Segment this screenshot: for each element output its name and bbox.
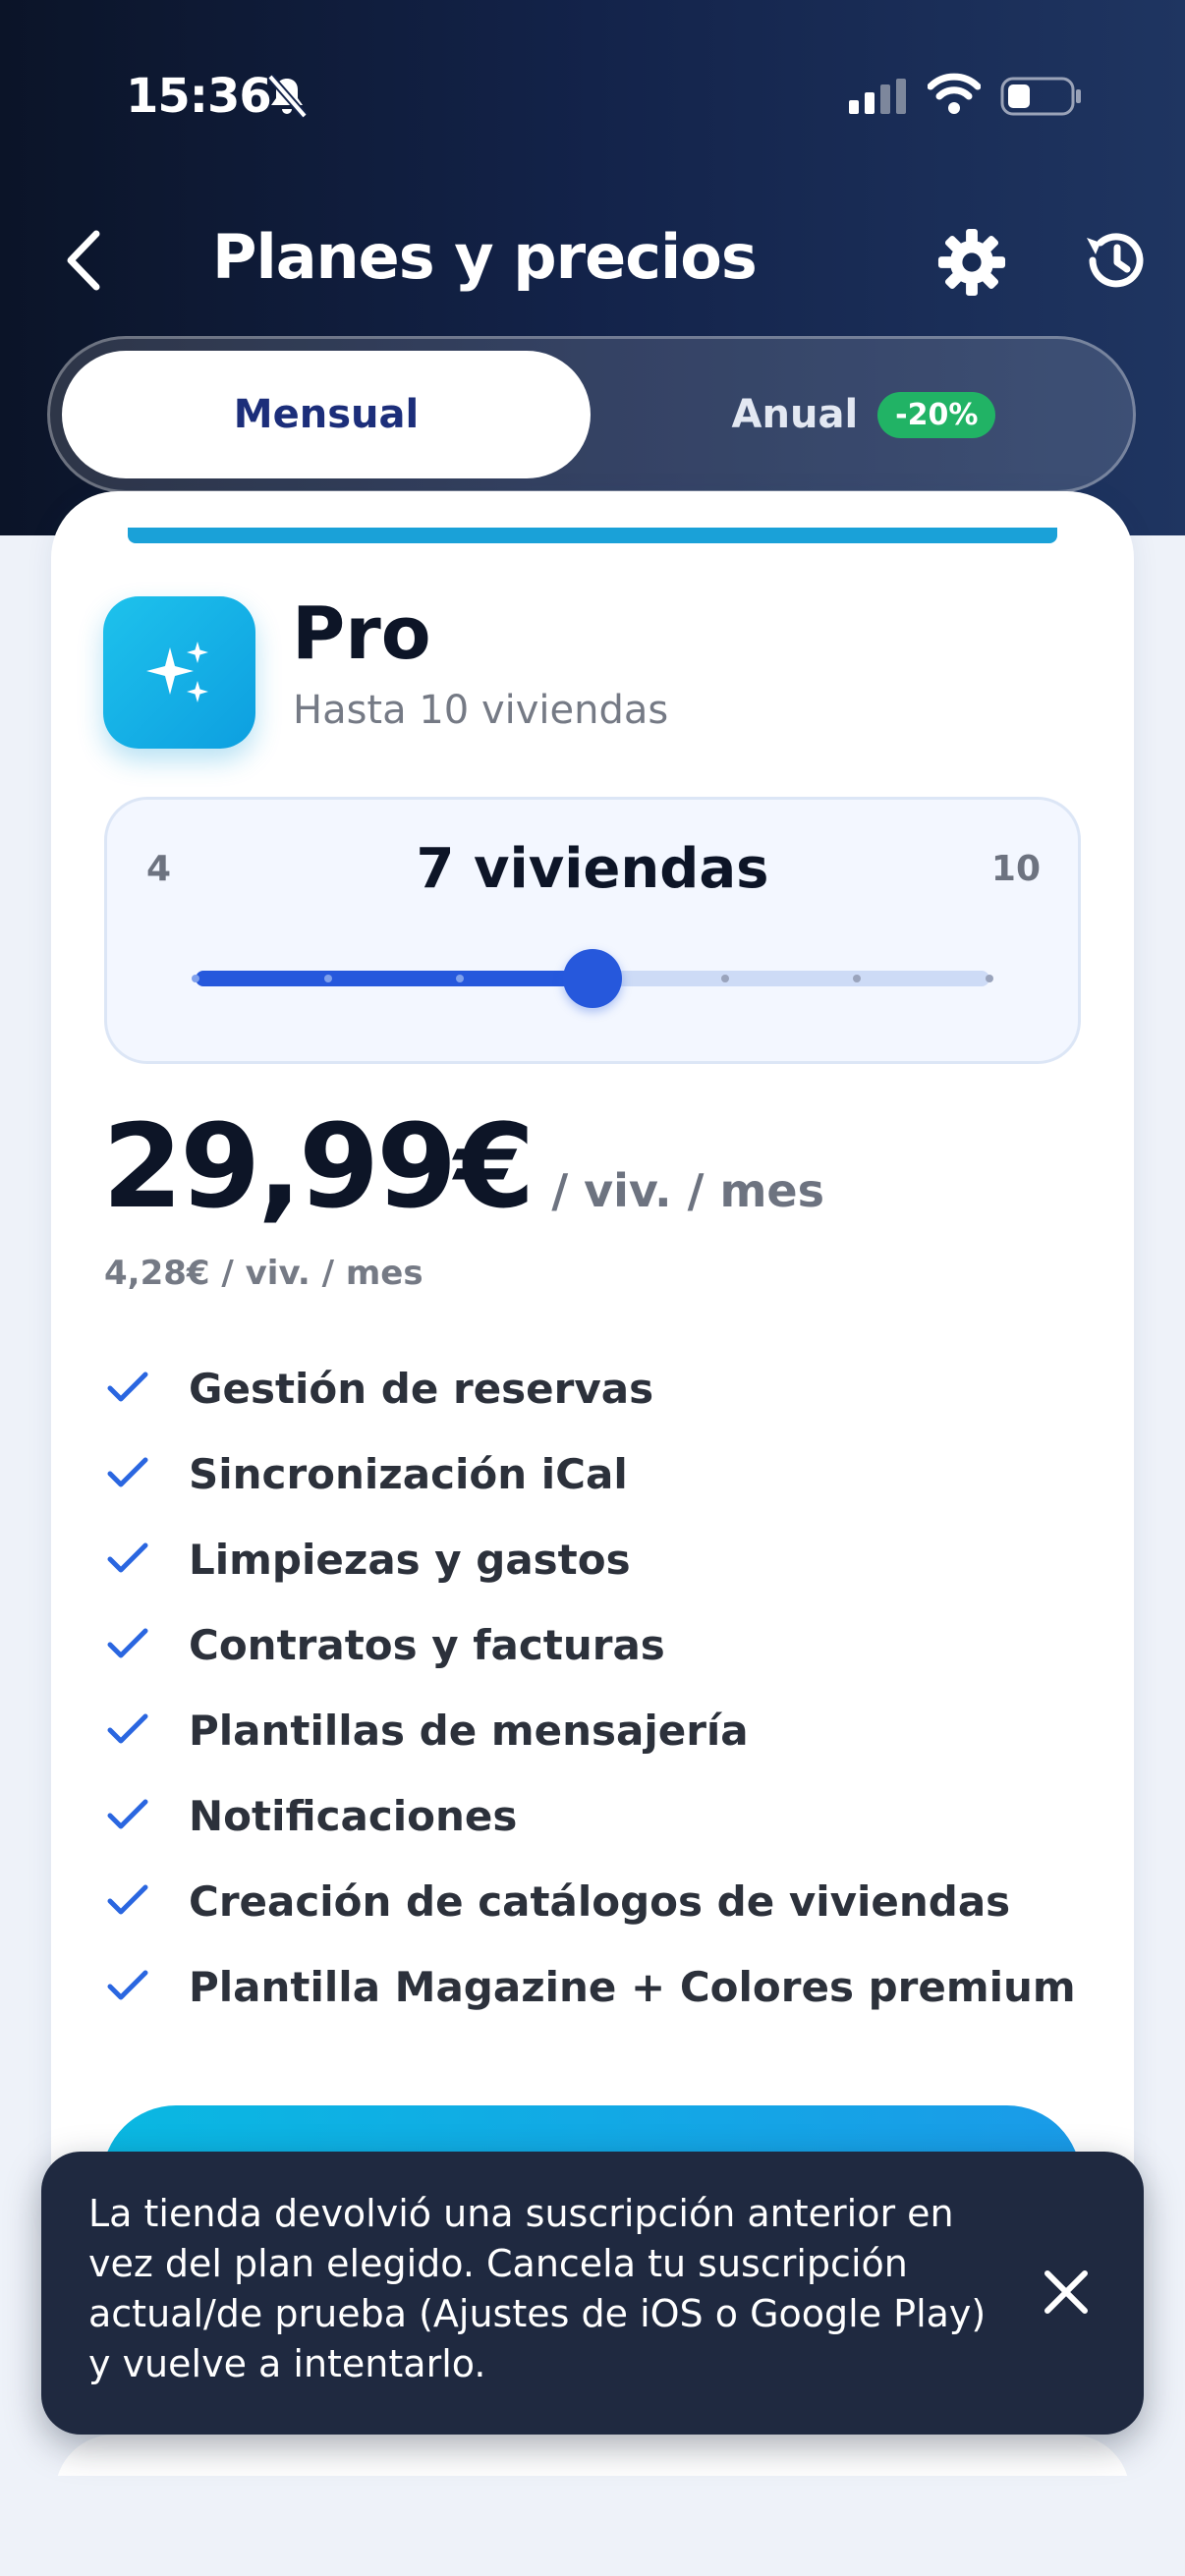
price-main: 29,99€ <box>102 1098 535 1234</box>
slider-step-dot <box>986 975 993 982</box>
check-icon <box>106 1711 189 1751</box>
slider-step-dot <box>720 975 729 982</box>
wifi-icon <box>928 73 981 114</box>
gear-icon[interactable] <box>935 226 1008 299</box>
feature-list: Gestión de reservas Sincronización iCal Li… <box>106 1346 1076 2030</box>
feature-item: Gestión de reservas <box>106 1346 1076 1431</box>
feature-item: Plantillas de mensajería <box>106 1688 1076 1773</box>
plan-name: Pro <box>292 591 431 676</box>
tab-monthly[interactable]: Mensual <box>62 351 591 478</box>
toast-message: La tienda devolvió una suscripción anter… <box>88 2192 987 2385</box>
quantity-slider-box: 4 7 viviendas 10 <box>104 797 1081 1064</box>
chevron-left-icon[interactable] <box>59 226 108 295</box>
signal-icon <box>849 79 906 114</box>
history-icon[interactable] <box>1081 226 1150 295</box>
bell-off-icon <box>266 74 309 119</box>
page-bottom <box>0 2476 1185 2576</box>
feature-label: Contratos y facturas <box>189 1621 665 1669</box>
check-icon <box>106 1882 189 1922</box>
slider-value-label: 7 viviendas <box>416 837 769 901</box>
price-unit: / viv. / mes <box>551 1164 824 1217</box>
plan-subtitle: Hasta 10 viviendas <box>293 688 669 733</box>
error-toast: La tienda devolvió una suscripción anter… <box>41 2152 1144 2435</box>
slider-track[interactable] <box>192 949 993 1008</box>
plan-card-accent-bar <box>128 528 1057 543</box>
slider-step-dot <box>853 975 862 982</box>
feature-item: Notificaciones <box>106 1773 1076 1859</box>
battery-icon <box>1000 77 1081 116</box>
page-title: Planes y precios <box>212 221 758 293</box>
slider-step-dot <box>192 975 199 982</box>
slider-thumb[interactable] <box>563 949 622 1008</box>
header: 15:36 Planes y precios Mensual Anual -20… <box>0 0 1185 535</box>
feature-label: Sincronización iCal <box>189 1450 628 1498</box>
check-icon <box>106 1455 189 1494</box>
plan-icon <box>103 596 255 749</box>
check-icon <box>106 1540 189 1580</box>
feature-item: Sincronización iCal <box>106 1431 1076 1517</box>
check-icon <box>106 1626 189 1665</box>
feature-label: Notificaciones <box>189 1792 518 1840</box>
feature-item: Plantilla Magazine + Colores premium <box>106 1944 1076 2030</box>
check-icon <box>106 1797 189 1836</box>
feature-label: Gestión de reservas <box>189 1365 654 1413</box>
feature-label: Creación de catálogos de viviendas <box>189 1877 1011 1926</box>
sparkles-icon <box>146 642 208 702</box>
tab-annual[interactable]: Anual -20% <box>600 351 1127 478</box>
feature-item: Contratos y facturas <box>106 1602 1076 1688</box>
close-icon[interactable] <box>1042 2268 1091 2317</box>
check-icon <box>106 1370 189 1409</box>
feature-item: Creación de catálogos de viviendas <box>106 1859 1076 1944</box>
billing-toggle: Mensual Anual -20% <box>47 336 1136 493</box>
feature-label: Plantillas de mensajería <box>189 1707 749 1755</box>
status-time: 15:36 <box>126 69 272 124</box>
tab-monthly-label: Mensual <box>233 392 420 437</box>
check-icon <box>106 1968 189 2007</box>
tab-annual-label: Anual <box>731 392 859 437</box>
slider-fill <box>196 971 592 986</box>
price-row: 29,99€ / viv. / mes <box>102 1098 824 1234</box>
feature-label: Plantilla Magazine + Colores premium <box>189 1963 1076 2011</box>
feature-item: Limpiezas y gastos <box>106 1517 1076 1602</box>
price-secondary: 4,28€ / viv. / mes <box>104 1254 423 1293</box>
discount-badge: -20% <box>877 391 996 438</box>
slider-step-dot <box>323 975 332 982</box>
feature-label: Limpiezas y gastos <box>189 1536 631 1584</box>
slider-max-label: 10 <box>990 849 1041 889</box>
